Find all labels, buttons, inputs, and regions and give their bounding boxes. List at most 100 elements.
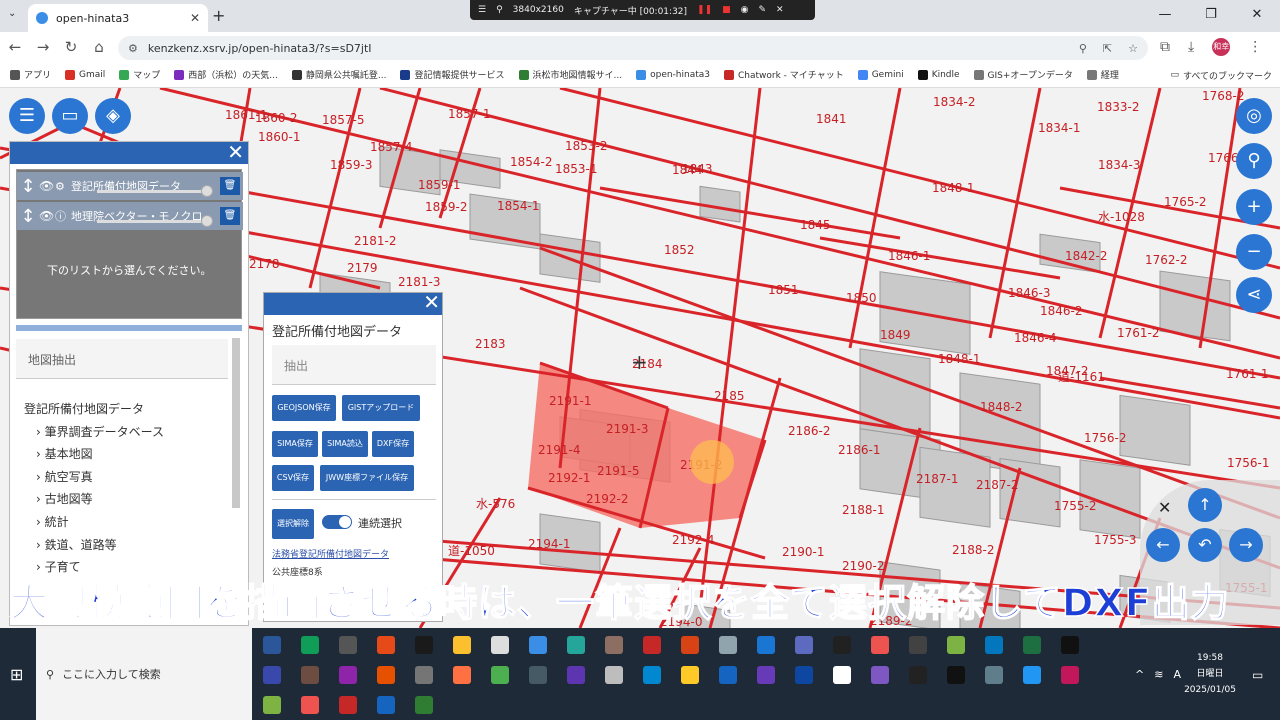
screen-button[interactable]: ▭ — [52, 98, 88, 134]
sima-save-button[interactable]: SIMA保存 — [272, 431, 318, 457]
taskbar-app-icon[interactable] — [263, 666, 281, 684]
close-icon[interactable]: ✕ — [1158, 498, 1171, 517]
taskbar-app-icon[interactable] — [757, 636, 775, 654]
more-menu-icon[interactable]: ⋮ — [1248, 39, 1262, 55]
trash-icon[interactable]: 🗑 — [220, 177, 240, 195]
layer-item[interactable]: ↕ 👁 ⓘ 地理院ベクター・モノクロ 🗑 — [17, 202, 243, 230]
taskbar-app-icon[interactable] — [415, 666, 433, 684]
taskbar-app-icon[interactable] — [529, 636, 547, 654]
current-location-button[interactable]: ◎ — [1236, 98, 1272, 134]
taskbar-app-icon[interactable] — [377, 696, 395, 714]
taskbar-app-icon[interactable] — [681, 666, 699, 684]
taskbar-app-icon[interactable] — [605, 666, 623, 684]
category-item[interactable]: › 鉄道、道路等 — [24, 534, 164, 557]
tab-search-icon[interactable]: ⌄ — [8, 8, 16, 19]
taskbar-app-icon[interactable] — [1061, 636, 1079, 654]
stop-icon[interactable]: ■ — [722, 5, 731, 15]
taskbar-app-icon[interactable] — [643, 636, 661, 654]
eye-icon[interactable]: 👁 — [39, 209, 55, 223]
taskbar-app-icon[interactable] — [339, 636, 357, 654]
category-item[interactable]: › 航空写真 — [24, 466, 164, 489]
restore-icon[interactable]: ❐ — [1188, 0, 1234, 30]
arrow-left-icon[interactable]: ← — [1146, 528, 1180, 562]
zoom-in-button[interactable]: + — [1236, 189, 1272, 225]
taskbar-app-icon[interactable] — [301, 636, 319, 654]
bookmark-item[interactable]: アプリ — [10, 68, 51, 81]
csv-save-button[interactable]: CSV保存 — [272, 465, 314, 491]
close-icon[interactable]: ✕ — [227, 140, 244, 164]
close-tab-icon[interactable]: ✕ — [190, 11, 200, 25]
continuous-select-toggle[interactable] — [322, 515, 352, 529]
taskbar-app-icon[interactable] — [453, 666, 471, 684]
taskbar-app-icon[interactable] — [301, 666, 319, 684]
bookmark-item[interactable]: GIS+オープンデータ — [973, 68, 1073, 81]
taskbar-app-icon[interactable] — [1023, 636, 1041, 654]
category-item[interactable]: 登記所備付地図データ — [24, 398, 164, 421]
layer-item[interactable]: ↕ 👁 ⚙ 登記所備付地図データ 🗑 — [17, 172, 243, 200]
eye-icon[interactable]: 👁 — [39, 179, 55, 193]
taskbar-app-icon[interactable] — [453, 636, 471, 654]
back-icon[interactable]: ← — [8, 38, 22, 56]
taskbar-app-icon[interactable] — [719, 666, 737, 684]
category-item[interactable]: › 統計 — [24, 511, 164, 534]
pen-icon[interactable]: ✎ — [759, 5, 767, 15]
taskbar-app-icon[interactable] — [567, 636, 585, 654]
bookmark-item[interactable]: Gmail — [65, 69, 105, 80]
taskbar-app-icon[interactable] — [1023, 666, 1041, 684]
taskbar-search[interactable]: ⚲ ここに入力して検索 — [36, 628, 252, 720]
arrow-right-icon[interactable]: → — [1229, 528, 1263, 562]
sima-read-button[interactable]: SIMA読込 — [322, 431, 368, 457]
taskbar-app-icon[interactable] — [947, 666, 965, 684]
browser-tab[interactable]: open-hinata3 ✕ — [28, 4, 208, 32]
bookmark-item[interactable]: マップ — [119, 68, 160, 81]
moj-data-link[interactable]: 法務省登記所備付地図データ — [272, 547, 389, 560]
trash-icon[interactable]: 🗑 — [220, 207, 240, 225]
windows-start-icon[interactable]: ⊞ — [10, 665, 23, 684]
bookmark-item[interactable]: Gemini — [857, 69, 904, 80]
extract-input[interactable]: 抽出 — [272, 345, 436, 385]
chevron-up-icon[interactable]: ^ — [1135, 668, 1144, 681]
taskbar-app-icon[interactable] — [985, 666, 1003, 684]
taskbar-app-icon[interactable] — [833, 636, 851, 654]
wifi-icon[interactable]: ≋ — [1154, 668, 1163, 681]
taskbar-app-icon[interactable] — [681, 636, 699, 654]
taskbar-app-icon[interactable] — [377, 636, 395, 654]
zoom-out-button[interactable]: − — [1236, 234, 1272, 270]
taskbar-app-icon[interactable] — [795, 666, 813, 684]
avatar[interactable]: 和幸 — [1212, 38, 1231, 56]
taskbar-app-icon[interactable] — [339, 666, 357, 684]
bookmark-item[interactable]: 静岡県公共嘱託登... — [291, 68, 386, 81]
deselect-button[interactable]: 選択解除 — [272, 509, 314, 539]
taskbar-app-icon[interactable] — [909, 636, 927, 654]
extensions-icon[interactable]: ⧉ — [1160, 39, 1170, 55]
jww-save-button[interactable]: JWW座標ファイル保存 — [320, 465, 414, 491]
bookmark-item[interactable]: 浜松市地図情報サイ... — [518, 68, 622, 81]
taskbar-app-icon[interactable] — [263, 636, 281, 654]
taskbar-app-icon[interactable] — [263, 696, 281, 714]
taskbar-app-icon[interactable] — [377, 666, 395, 684]
taskbar-app-icon[interactable] — [415, 636, 433, 654]
bookmark-item[interactable]: 経理 — [1086, 68, 1119, 81]
taskbar-app-icon[interactable] — [301, 696, 319, 714]
pin-button[interactable]: ⚲ — [1236, 143, 1272, 179]
taskbar-app-icon[interactable] — [1061, 666, 1079, 684]
category-item[interactable]: › 古地図等 — [24, 488, 164, 511]
open-in-app-icon[interactable]: ⇱ — [1103, 42, 1112, 55]
arrow-up-icon[interactable]: ↑ — [1188, 488, 1222, 522]
taskbar-app-icon[interactable] — [415, 696, 433, 714]
info-icon[interactable]: ⓘ — [55, 208, 71, 224]
gear-icon[interactable]: ⚙ — [55, 180, 71, 193]
taskbar-app-icon[interactable] — [795, 636, 813, 654]
download-icon[interactable]: ⤓ — [1188, 39, 1194, 55]
share-button[interactable]: ⋖ — [1236, 277, 1272, 313]
site-info-icon[interactable]: ⚙ — [128, 42, 138, 55]
gist-upload-button[interactable]: GISTアップロード — [342, 395, 420, 421]
taskbar-app-icon[interactable] — [871, 666, 889, 684]
opacity-slider[interactable] — [97, 185, 213, 197]
taskbar-app-icon[interactable] — [529, 666, 547, 684]
menu-icon[interactable]: ☰ — [478, 5, 486, 15]
forward-icon[interactable]: → — [36, 38, 50, 56]
address-bar[interactable]: ⚙ kenzkenz.xsrv.jp/open-hinata3/?s=sD7jt… — [118, 36, 1148, 60]
map-extract-input[interactable]: 地図抽出 — [16, 339, 228, 379]
taskbar-app-icon[interactable] — [491, 666, 509, 684]
